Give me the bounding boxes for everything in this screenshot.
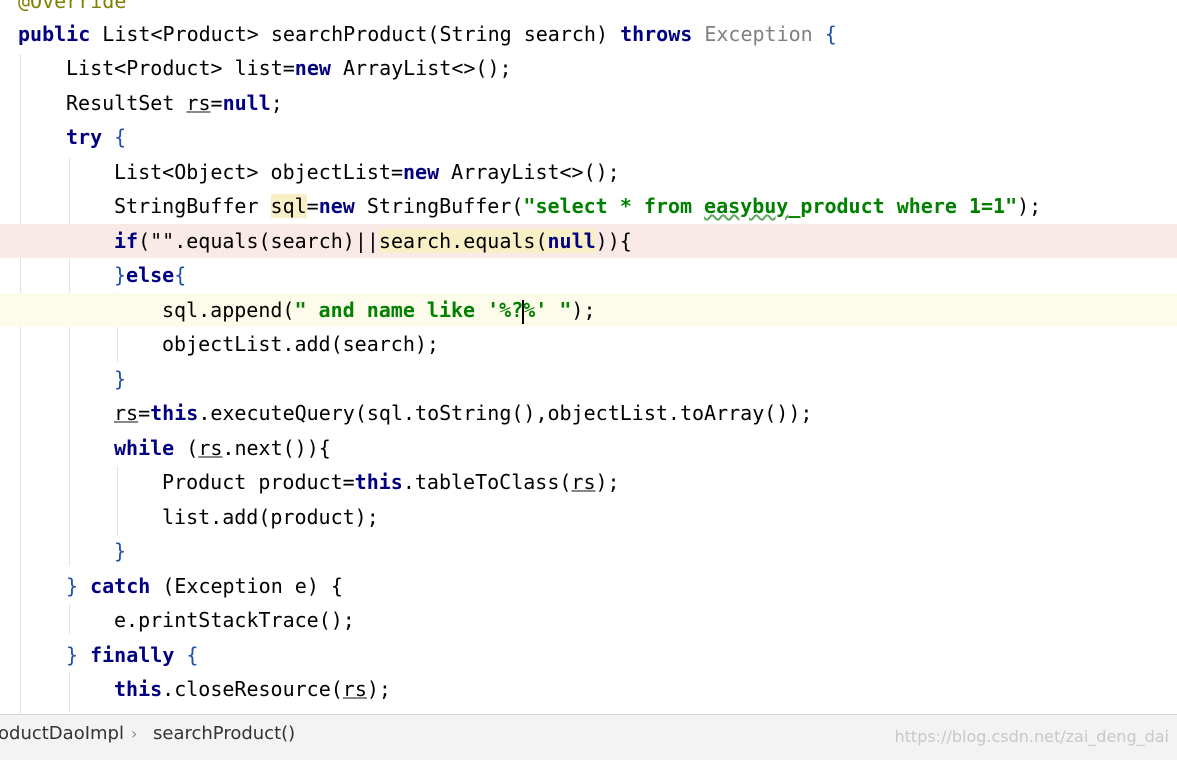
highlighted-expression: search.equals(null — [378, 229, 596, 253]
variable-rs: rs — [186, 91, 211, 115]
code-text: = — [210, 91, 223, 115]
code-text: ArrayList<>(); — [439, 160, 620, 184]
code-line-print-stack[interactable]: e.printStackTrace(); — [0, 603, 1177, 637]
code-text: sql.append( — [162, 298, 295, 322]
open-brace: { — [174, 263, 187, 287]
code-text: .executeQuery(sql.toString(),objectList.… — [198, 401, 813, 425]
code-text: (Exception e) { — [150, 574, 343, 598]
code-line-try[interactable]: try { — [0, 120, 1177, 154]
keyword-throws: throws — [620, 22, 693, 46]
code-line-if-cond[interactable]: if("".equals(search)||search.equals(null… — [0, 224, 1177, 258]
code-line-resultset-decl[interactable]: ResultSet rs=null; — [0, 86, 1177, 120]
exception-type: Exception — [692, 22, 813, 46]
code-line-else[interactable]: }else{ — [0, 258, 1177, 292]
close-brace: } — [114, 367, 127, 391]
keyword-try: try — [66, 125, 103, 149]
code-text: ; — [270, 91, 283, 115]
code-line-while[interactable]: while (rs.next()){ — [0, 431, 1177, 465]
keyword-catch: catch — [90, 574, 151, 598]
breadcrumb-method[interactable]: searchProduct() — [153, 715, 295, 753]
breadcrumb-class[interactable]: oductDaoImpl — [0, 715, 124, 753]
code-text: .next()){ — [222, 436, 331, 460]
code-line-product-decl[interactable]: Product product=this.tableToClass(rs); — [0, 465, 1177, 499]
sql-string-typo: easybuy — [704, 194, 789, 218]
code-text: ); — [366, 677, 391, 701]
code-line-close-brace[interactable]: } — [0, 534, 1177, 568]
code-text: Product product= — [162, 470, 355, 494]
code-line-finally[interactable]: } finally { — [0, 638, 1177, 672]
code-line-sql-append[interactable]: sql.append(" and name like '%?%' "); — [0, 293, 1177, 327]
code-text: ("".equals(search)|| — [138, 229, 379, 253]
close-brace: } — [114, 539, 127, 563]
code-text: )){ — [595, 229, 632, 253]
code-line-method-signature[interactable]: public List<Product> searchProduct(Strin… — [0, 17, 1177, 51]
sql-string: " and name like '%? — [294, 298, 524, 322]
code-text: List<Object> objectList= — [114, 160, 403, 184]
sql-string: %' " — [523, 298, 572, 322]
open-brace: { — [102, 125, 127, 149]
code-line-close-brace[interactable]: } — [0, 362, 1177, 396]
code-text: ); — [595, 470, 620, 494]
keyword-null: null — [222, 91, 271, 115]
code-text: ( — [174, 436, 199, 460]
chevron-right-icon: › — [131, 724, 138, 743]
code-line-annotation[interactable]: @Override — [0, 0, 1177, 18]
code-text: e.printStackTrace(); — [114, 608, 355, 632]
code-text: list.add(product); — [162, 505, 379, 529]
variable-rs: rs — [114, 401, 139, 425]
open-brace: { — [174, 643, 199, 667]
breadcrumb-bar: oductDaoImpl › searchProduct() https://b… — [0, 714, 1177, 760]
keyword-this: this — [114, 677, 163, 701]
code-text: ); — [1017, 194, 1042, 218]
watermark: https://blog.csdn.net/zai_deng_dai — [894, 727, 1170, 746]
keyword-new: new — [294, 56, 331, 80]
variable-sql: sql — [270, 194, 307, 218]
code-line-execute-query[interactable]: rs=this.executeQuery(sql.toString(),obje… — [0, 396, 1177, 430]
code-text: search.equals( — [378, 229, 548, 253]
code-text: ArrayList<>(); — [330, 56, 512, 80]
sql-string: "select * from — [523, 194, 705, 218]
keyword-finally: finally — [90, 643, 175, 667]
code-text: = — [138, 401, 151, 425]
keyword-new: new — [402, 160, 440, 184]
code-line-list-add[interactable]: list.add(product); — [0, 500, 1177, 534]
code-line-catch[interactable]: } catch (Exception e) { — [0, 569, 1177, 603]
code-line-list-decl[interactable]: List<Product> list=new ArrayList<>(); — [0, 51, 1177, 85]
code-text: .tableToClass( — [402, 470, 572, 494]
keyword-this: this — [354, 470, 403, 494]
keyword-new: new — [318, 194, 355, 218]
code-line-objectlist-add[interactable]: objectList.add(search); — [0, 327, 1177, 361]
code-line-stringbuffer-decl[interactable]: StringBuffer sql=new StringBuffer("selec… — [0, 189, 1177, 223]
code-line-close-resource[interactable]: this.closeResource(rs); — [0, 672, 1177, 706]
code-text: StringBuffer( — [354, 194, 524, 218]
close-brace: } — [66, 643, 91, 667]
keyword-public: public — [18, 22, 91, 46]
code-text: ResultSet — [66, 91, 187, 115]
sql-string: _product where 1=1" — [788, 194, 1018, 218]
keyword-null: null — [547, 229, 596, 253]
code-text: objectList.add(search); — [162, 332, 439, 356]
variable-rs: rs — [342, 677, 367, 701]
annotation-override: @Override — [18, 0, 127, 13]
variable-rs: rs — [198, 436, 223, 460]
code-editor[interactable]: @Override public List<Product> searchPro… — [0, 0, 1177, 714]
method-declaration: List<Product> searchProduct(String searc… — [90, 22, 621, 46]
variable-rs: rs — [571, 470, 596, 494]
keyword-while: while — [114, 436, 175, 460]
open-brace: { — [812, 22, 837, 46]
code-text: .closeResource( — [162, 677, 343, 701]
code-text: List<Product> list= — [66, 56, 295, 80]
code-line-objectlist-decl[interactable]: List<Object> objectList=new ArrayList<>(… — [0, 155, 1177, 189]
close-brace: } — [66, 574, 91, 598]
close-brace: } — [114, 263, 127, 287]
code-text: StringBuffer — [114, 194, 271, 218]
keyword-this: this — [150, 401, 199, 425]
code-text: = — [306, 194, 319, 218]
code-text: ); — [571, 298, 596, 322]
keyword-else: else — [126, 263, 175, 287]
keyword-if: if — [114, 229, 139, 253]
